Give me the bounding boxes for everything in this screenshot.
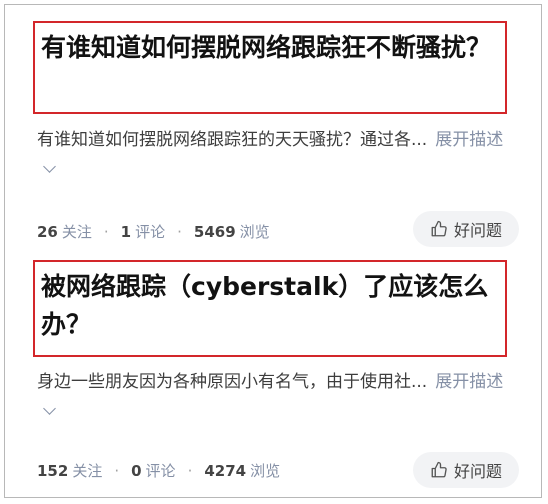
screenshot-frame: 有谁知道如何摆脱网络跟踪狂不断骚扰？ 有谁知道如何摆脱网络跟踪狂的天天骚扰？通过…: [4, 4, 542, 498]
followers-label: 关注: [61, 223, 92, 241]
good-question-label: 好问题: [453, 221, 502, 240]
excerpt-text: 身边一些朋友因为各种原因小有名气，由于使用社...: [37, 372, 428, 392]
views-label: 浏览: [239, 223, 270, 241]
separator-dot: ·: [177, 222, 182, 241]
excerpt-text: 有谁知道如何摆脱网络跟踪狂的天天骚扰？通过各...: [37, 130, 428, 150]
comments-count: 1: [120, 222, 132, 241]
question-title[interactable]: 有谁知道如何摆脱网络跟踪狂不断骚扰？: [41, 29, 507, 67]
views-count: 4274: [204, 461, 247, 480]
expand-label: 展开描述: [435, 130, 504, 150]
thumbs-up-icon: [431, 461, 447, 478]
separator-dot: ·: [103, 222, 109, 241]
question-stats: 152 关注 · 0 评论 · 4274 浏览: [37, 460, 280, 481]
question-excerpt: 身边一些朋友因为各种原因小有名气，由于使用社... 展开描述: [37, 367, 507, 427]
comments-label: 评论: [135, 223, 166, 241]
question-excerpt: 有谁知道如何摆脱网络跟踪狂的天天骚扰？通过各... 展开描述: [37, 125, 507, 185]
followers-label: 关注: [72, 462, 103, 480]
thumbs-up-icon: [431, 220, 447, 237]
comments-label: 评论: [145, 462, 176, 480]
separator-dot: ·: [114, 461, 120, 480]
views-count: 5469: [193, 222, 236, 241]
comments-count: 0: [131, 461, 142, 480]
good-question-button[interactable]: 好问题: [413, 211, 519, 247]
question-title[interactable]: 被网络跟踪（cyberstalk）了应该怎么办？: [41, 268, 507, 344]
question-stats: 26 关注 · 1 评论 · 5469 浏览: [37, 221, 270, 242]
title-highlight: 有谁知道如何摆脱网络跟踪狂不断骚扰？: [33, 21, 507, 114]
chevron-down-icon: [43, 160, 56, 173]
followers-count: 26: [37, 222, 58, 241]
separator-dot: ·: [187, 461, 193, 480]
views-label: 浏览: [250, 462, 281, 480]
good-question-label: 好问题: [453, 462, 502, 481]
good-question-button[interactable]: 好问题: [413, 452, 519, 488]
followers-count: 152: [37, 461, 69, 480]
chevron-down-icon: [43, 402, 56, 415]
title-highlight: 被网络跟踪（cyberstalk）了应该怎么办？: [33, 260, 507, 357]
expand-label: 展开描述: [435, 372, 504, 392]
